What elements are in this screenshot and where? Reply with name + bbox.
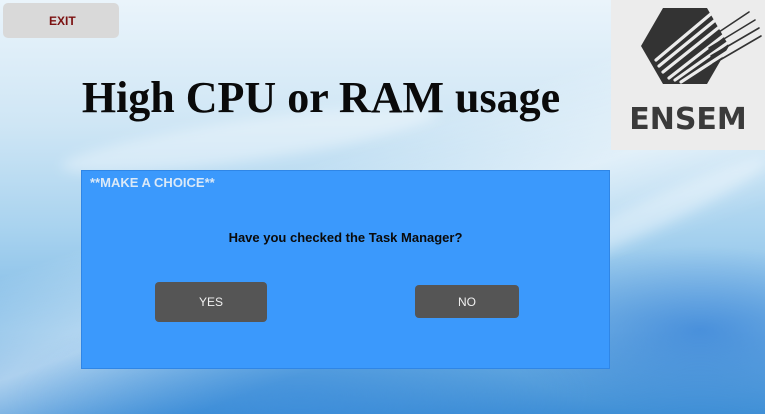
question-text: Have you checked the Task Manager? [228,230,463,245]
no-button[interactable]: NO [415,285,519,318]
page-title: High CPU or RAM usage [81,73,561,122]
choice-panel: **MAKE A CHOICE** Have you checked the T… [81,170,610,369]
exit-button[interactable]: EXIT [3,3,119,38]
yes-button[interactable]: YES [155,282,267,322]
ensem-logo: ENSEM [611,0,765,150]
logo-text: ENSEM [629,102,747,137]
panel-header: **MAKE A CHOICE** [90,175,215,190]
ensem-logo-icon [641,0,763,84]
